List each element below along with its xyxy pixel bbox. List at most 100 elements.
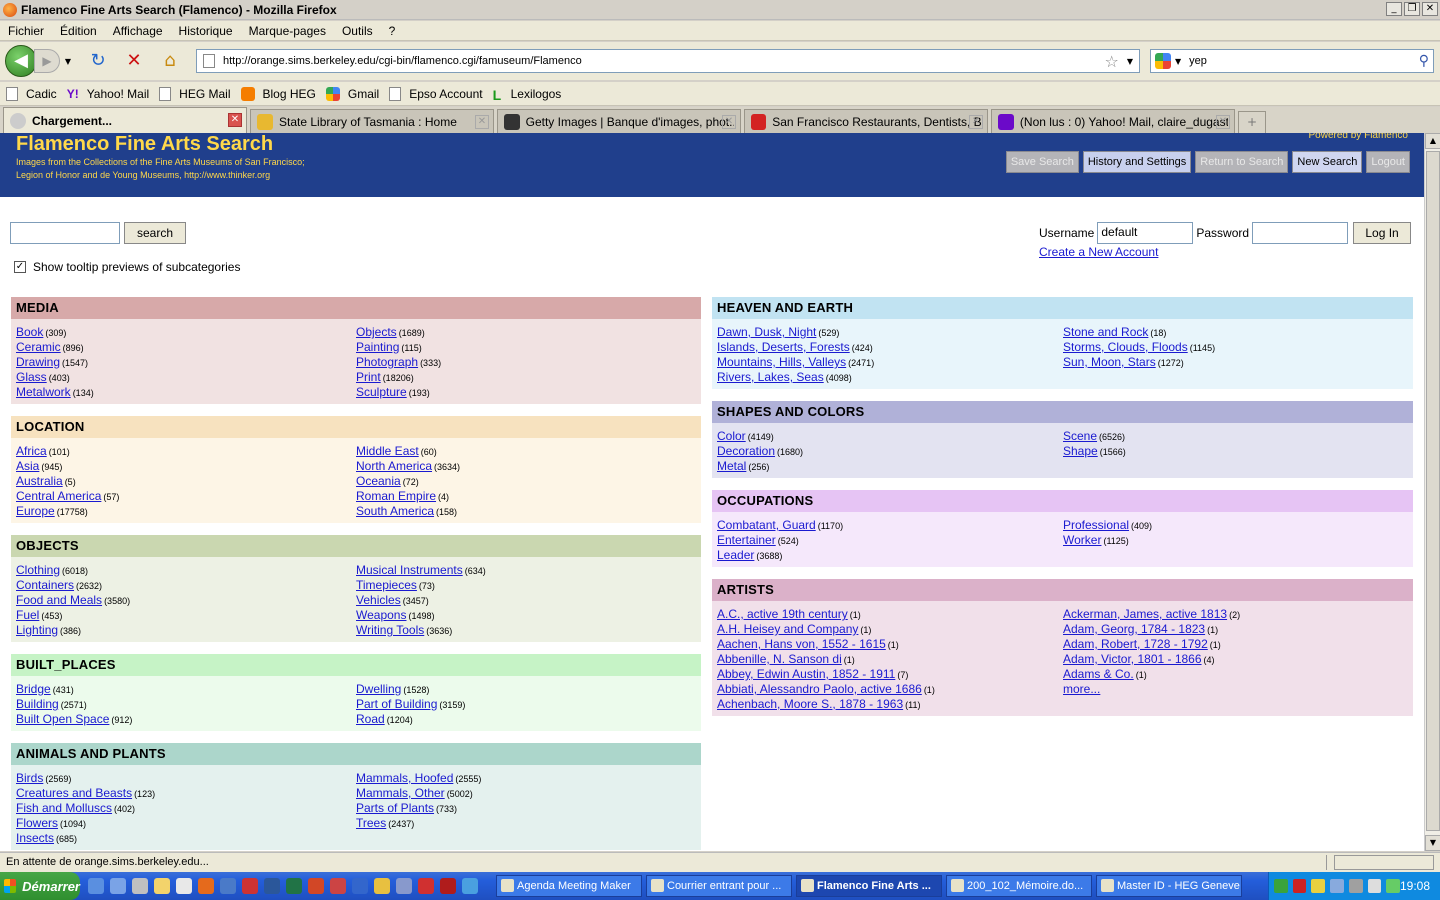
facet-link-sculpture[interactable]: Sculpture bbox=[356, 385, 407, 399]
facet-link-south-america[interactable]: South America bbox=[356, 504, 434, 518]
media-player-icon[interactable] bbox=[352, 878, 368, 894]
tray-icon[interactable] bbox=[1311, 879, 1326, 893]
facet-link-adam-georg-1784-1823[interactable]: Adam, Georg, 1784 - 1823 bbox=[1063, 622, 1205, 636]
facet-link-sun-moon-stars[interactable]: Sun, Moon, Stars bbox=[1063, 355, 1156, 369]
tray-icon[interactable] bbox=[1274, 879, 1288, 893]
task-master-id[interactable]: Master ID - HEG Geneve bbox=[1096, 875, 1242, 897]
facet-title[interactable]: ARTISTS bbox=[712, 579, 1413, 601]
network-icon[interactable] bbox=[132, 878, 148, 894]
facet-link-glass[interactable]: Glass bbox=[16, 370, 47, 384]
facet-title[interactable]: LOCATION bbox=[11, 416, 701, 438]
menu-fichier[interactable]: Fichier bbox=[8, 24, 44, 38]
facet-link-ackerman-james-active-1813[interactable]: Ackerman, James, active 1813 bbox=[1063, 607, 1227, 621]
access-icon[interactable] bbox=[330, 878, 346, 894]
task-memoire[interactable]: 200_102_Mémoire.do... bbox=[946, 875, 1092, 897]
tab-close-icon[interactable]: ✕ bbox=[228, 113, 242, 127]
bookmark-cadic[interactable]: Cadic bbox=[6, 86, 57, 101]
facet-link-metalwork[interactable]: Metalwork bbox=[16, 385, 71, 399]
menu-marque-pages[interactable]: Marque-pages bbox=[249, 24, 326, 38]
return-to-search-button[interactable]: Return to Search bbox=[1195, 151, 1289, 173]
facet-title[interactable]: HEAVEN AND EARTH bbox=[712, 297, 1413, 319]
tab-yelp[interactable]: San Francisco Restaurants, Dentists, B..… bbox=[744, 109, 988, 133]
facet-link-mammals-other[interactable]: Mammals, Other bbox=[356, 786, 445, 800]
facet-link-combatant-guard[interactable]: Combatant, Guard bbox=[717, 518, 816, 532]
url-text[interactable]: http://orange.sims.berkeley.edu/cgi-bin/… bbox=[223, 55, 1105, 67]
pdf-icon[interactable] bbox=[418, 878, 434, 894]
task-courrier[interactable]: Courrier entrant pour ... bbox=[646, 875, 792, 897]
facet-link-birds[interactable]: Birds bbox=[16, 771, 43, 785]
tray-icon[interactable] bbox=[1348, 879, 1363, 893]
folder-icon[interactable] bbox=[154, 878, 170, 894]
thunderbird-icon[interactable] bbox=[220, 878, 236, 894]
facet-link-creatures-and-beasts[interactable]: Creatures and Beasts bbox=[16, 786, 132, 800]
facet-title[interactable]: OCCUPATIONS bbox=[712, 490, 1413, 512]
login-button[interactable]: Log In bbox=[1353, 222, 1412, 244]
menu-historique[interactable]: Historique bbox=[179, 24, 233, 38]
facet-title[interactable]: BUILT_PLACES bbox=[11, 654, 701, 676]
facet-link-adam-victor-1801-1866[interactable]: Adam, Victor, 1801 - 1866 bbox=[1063, 652, 1202, 666]
bookmark-lexilogos[interactable]: L Lexilogos bbox=[493, 87, 562, 103]
back-button[interactable]: ◀ bbox=[5, 45, 37, 77]
powerpoint-icon[interactable] bbox=[308, 878, 324, 894]
vertical-scrollbar[interactable]: ▲ ▼ bbox=[1424, 133, 1440, 851]
minimize-button[interactable]: _ bbox=[1386, 2, 1402, 16]
help-icon[interactable] bbox=[110, 878, 126, 894]
facet-link-europe[interactable]: Europe bbox=[16, 504, 55, 518]
scroll-down-icon[interactable]: ▼ bbox=[1425, 835, 1440, 851]
tray-icon[interactable] bbox=[1386, 879, 1400, 893]
powered-by-link[interactable]: Powered by Flamenco bbox=[1309, 133, 1409, 141]
facet-link-aachen-hans-von-1552-1615[interactable]: Aachen, Hans von, 1552 - 1615 bbox=[717, 637, 886, 651]
bookmark-epso-account[interactable]: Epso Account bbox=[389, 86, 483, 101]
facet-link-rivers-lakes-seas[interactable]: Rivers, Lakes, Seas bbox=[717, 370, 824, 384]
maximize-button[interactable]: ❐ bbox=[1404, 2, 1420, 16]
facet-link-scene[interactable]: Scene bbox=[1063, 429, 1097, 443]
facet-link-worker[interactable]: Worker bbox=[1063, 533, 1101, 547]
facet-link-metal[interactable]: Metal bbox=[717, 459, 746, 473]
tab-yahoo-mail[interactable]: (Non lus : 0) Yahoo! Mail, claire_dugast… bbox=[991, 109, 1235, 133]
facet-link-objects[interactable]: Objects bbox=[356, 325, 397, 339]
home-icon[interactable]: ⌂ bbox=[158, 49, 182, 73]
tab-close-icon[interactable]: ✕ bbox=[1216, 115, 1230, 129]
menu-affichage[interactable]: Affichage bbox=[113, 24, 163, 38]
facet-link-shape[interactable]: Shape bbox=[1063, 444, 1098, 458]
facet-link-a-c-active-19th-century[interactable]: A.C., active 19th century bbox=[717, 607, 848, 621]
facet-link-flowers[interactable]: Flowers bbox=[16, 816, 58, 830]
facet-link-fuel[interactable]: Fuel bbox=[16, 608, 39, 622]
facet-link-dwelling[interactable]: Dwelling bbox=[356, 682, 401, 696]
facet-title[interactable]: OBJECTS bbox=[11, 535, 701, 557]
new-search-button[interactable]: New Search bbox=[1292, 151, 1363, 173]
facet-link-part-of-building[interactable]: Part of Building bbox=[356, 697, 437, 711]
forward-button[interactable]: ▶ bbox=[34, 49, 60, 73]
search-button[interactable]: search bbox=[124, 222, 186, 244]
facet-link-timepieces[interactable]: Timepieces bbox=[356, 578, 417, 592]
facet-link-professional[interactable]: Professional bbox=[1063, 518, 1129, 532]
app-icon[interactable] bbox=[440, 878, 456, 894]
username-field[interactable]: default bbox=[1097, 222, 1194, 244]
url-dropdown-icon[interactable]: ▼ bbox=[1127, 57, 1133, 66]
word-icon[interactable] bbox=[264, 878, 280, 894]
excel-icon[interactable] bbox=[286, 878, 302, 894]
new-tab-button[interactable]: + bbox=[1238, 111, 1266, 133]
search-engine-dropdown-icon[interactable]: ▼ bbox=[1175, 57, 1181, 66]
facet-link-print[interactable]: Print bbox=[356, 370, 381, 384]
facet-link-entertainer[interactable]: Entertainer bbox=[717, 533, 776, 547]
ie-icon[interactable] bbox=[88, 878, 104, 894]
bookmark-gmail[interactable]: Gmail bbox=[325, 86, 379, 101]
facet-link-vehicles[interactable]: Vehicles bbox=[356, 593, 401, 607]
tab-loading[interactable]: Chargement... ✕ bbox=[3, 107, 247, 133]
search-icon[interactable] bbox=[462, 878, 478, 894]
facet-link-islands-deserts-forests[interactable]: Islands, Deserts, Forests bbox=[717, 340, 850, 354]
app-icon[interactable] bbox=[374, 878, 390, 894]
app-icon[interactable] bbox=[396, 878, 412, 894]
facet-link-stone-and-rock[interactable]: Stone and Rock bbox=[1063, 325, 1148, 339]
facet-link-insects[interactable]: Insects bbox=[16, 831, 54, 845]
web-search-input[interactable]: yep bbox=[1189, 55, 1419, 67]
facet-link-abbenille-n-sanson-di[interactable]: Abbenille, N. Sanson di bbox=[717, 652, 842, 666]
bookmark-heg-mail[interactable]: HEG Mail bbox=[159, 86, 231, 101]
close-window-button[interactable]: ✕ bbox=[1422, 2, 1438, 16]
facet-link-parts-of-plants[interactable]: Parts of Plants bbox=[356, 801, 434, 815]
facet-link-oceania[interactable]: Oceania bbox=[356, 474, 401, 488]
facet-link-dawn-dusk-night[interactable]: Dawn, Dusk, Night bbox=[717, 325, 816, 339]
facet-link-north-america[interactable]: North America bbox=[356, 459, 432, 473]
facet-title[interactable]: MEDIA bbox=[11, 297, 701, 319]
